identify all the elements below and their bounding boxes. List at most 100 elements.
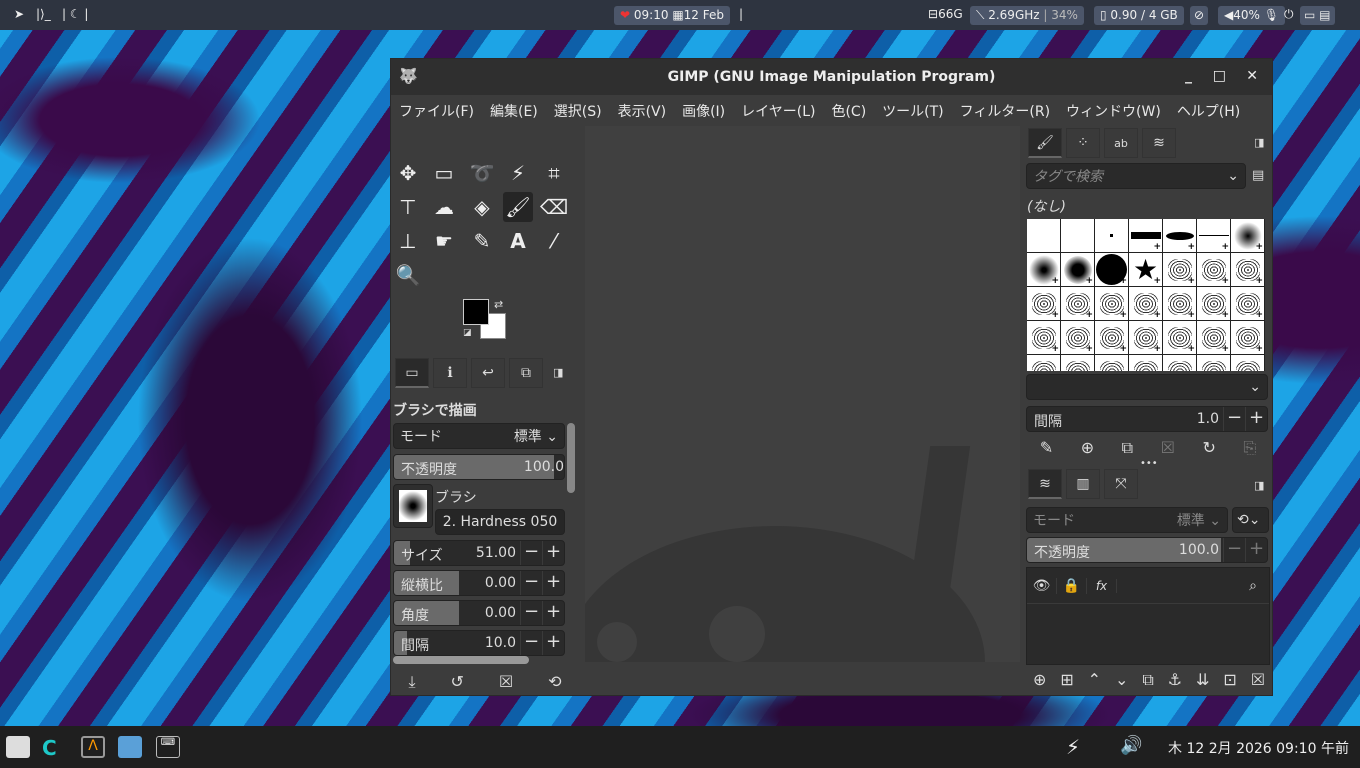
panel-menu-icon[interactable]: ◨: [1254, 479, 1264, 492]
brush-name[interactable]: 2. Hardness 050: [435, 509, 565, 535]
tag-manage-icon[interactable]: ▤: [1252, 168, 1264, 183]
brush-cell[interactable]: +: [1061, 355, 1094, 371]
brush-view-select[interactable]: ⌄: [1026, 374, 1268, 400]
brush-cell[interactable]: +: [1197, 253, 1230, 286]
paintbrush-tool-icon[interactable]: 🖌: [503, 192, 533, 222]
menu-item[interactable]: フィルター(R): [960, 101, 1050, 121]
brush-cell[interactable]: ★ +: [1129, 253, 1162, 286]
tab-document-history[interactable]: ≋: [1142, 128, 1176, 158]
delete-options-icon[interactable]: ☒: [499, 672, 513, 692]
tab-undo-history[interactable]: ↩: [471, 358, 505, 388]
display-icon[interactable]: ▭ ▤: [1300, 6, 1335, 25]
panel-menu-icon[interactable]: ◨: [1254, 136, 1264, 149]
maximize-button[interactable]: □: [1213, 68, 1226, 84]
decrease-button[interactable]: −: [1223, 407, 1245, 431]
increase-button[interactable]: +: [542, 601, 564, 625]
brush-cell[interactable]: +: [1129, 219, 1162, 252]
reset-options-icon[interactable]: ⟲: [548, 672, 561, 692]
brush-cell[interactable]: +: [1231, 321, 1264, 354]
new-layer-group-icon[interactable]: ⊞: [1060, 670, 1073, 690]
restore-options-icon[interactable]: ↺: [450, 672, 463, 692]
window-switcher-icon[interactable]: [118, 736, 142, 758]
brush-cell[interactable]: +: [1061, 287, 1094, 320]
decrease-button[interactable]: −: [520, 631, 542, 655]
lasso-tool-icon[interactable]: ➰: [467, 158, 497, 188]
new-layer-icon[interactable]: ⊕: [1033, 670, 1046, 690]
menu-item[interactable]: 画像(I): [682, 101, 725, 121]
send-icon[interactable]: ➤: [14, 7, 24, 21]
brush-cell[interactable]: +: [1231, 219, 1264, 252]
delete-brush-icon[interactable]: ☒: [1161, 438, 1175, 458]
open-brush-icon[interactable]: ⎘: [1243, 438, 1256, 458]
canvas-area[interactable]: [585, 126, 1020, 662]
taskbar-clock[interactable]: 木 12 2月 2026 09:10 午前: [1168, 738, 1349, 758]
brush-spacing-slider[interactable]: 間隔 1.0− +: [1026, 406, 1268, 432]
brush-cell[interactable]: +: [1095, 355, 1128, 371]
duplicate-layer-icon[interactable]: ⧉: [1142, 670, 1153, 690]
menu-item[interactable]: ヘルプ(H): [1177, 101, 1240, 121]
search-icon[interactable]: ⌕: [1249, 578, 1257, 594]
brush-cell[interactable]: +: [1163, 287, 1196, 320]
brush-cell[interactable]: +: [1197, 219, 1230, 252]
brush-cell[interactable]: +: [1129, 355, 1162, 371]
terminal-icon[interactable]: |⟩_: [36, 7, 51, 21]
dock-resize-handle[interactable]: •••: [1140, 458, 1158, 469]
tag-search-input[interactable]: タグで検索 ⌄: [1026, 163, 1246, 189]
zoom-tool-icon[interactable]: 🔍: [393, 260, 423, 290]
decrease-button[interactable]: −: [1223, 538, 1245, 562]
smudge-tool-icon[interactable]: ☛: [429, 226, 459, 256]
eraser-tool-icon[interactable]: ⌫: [539, 192, 569, 222]
brush-cell[interactable]: +: [1231, 253, 1264, 286]
brush-cell[interactable]: +: [1163, 253, 1196, 286]
decrease-button[interactable]: −: [520, 541, 542, 565]
menu-item[interactable]: 表示(V): [618, 101, 667, 121]
brush-cell[interactable]: +: [1095, 253, 1128, 286]
eye-off-icon[interactable]: ⊘: [1190, 6, 1209, 25]
layer-opacity-slider[interactable]: 不透明度 100.0− +: [1026, 537, 1268, 563]
moon-icon[interactable]: | ☾ |: [62, 7, 88, 21]
bucket-fill-tool-icon[interactable]: ◈: [467, 192, 497, 222]
brush-cell[interactable]: +: [1027, 321, 1060, 354]
move-tool-icon[interactable]: ✥: [393, 158, 423, 188]
brush-cell[interactable]: +: [1027, 287, 1060, 320]
app-launcher-icon[interactable]: C: [42, 736, 66, 760]
tab-channels[interactable]: ▥: [1066, 469, 1100, 499]
rect-select-tool-icon[interactable]: ▭: [429, 158, 459, 188]
brush-cell[interactable]: +: [1095, 287, 1128, 320]
raise-layer-icon[interactable]: ⌃: [1088, 670, 1101, 690]
anchor-icon[interactable]: ⚓: [1168, 670, 1182, 690]
menu-item[interactable]: ツール(T): [882, 101, 943, 121]
menu-item[interactable]: レイヤー(L): [741, 101, 815, 121]
battery-charging-icon[interactable]: ⚡: [1066, 735, 1080, 759]
brush-cell[interactable]: +: [1061, 321, 1094, 354]
param-slider[interactable]: 間隔 10.0− +: [393, 630, 565, 656]
brush-cell[interactable]: +: [1027, 253, 1060, 286]
transform-tool-icon[interactable]: ⊤: [393, 192, 423, 222]
horizontal-scrollbar[interactable]: [393, 656, 529, 664]
tab-tool-options[interactable]: ▭: [395, 358, 429, 388]
tab-images[interactable]: ⧉: [509, 358, 543, 388]
paths-tool-icon[interactable]: ✎: [467, 226, 497, 256]
brush-cell[interactable]: +: [1231, 355, 1264, 371]
composite-mode-button[interactable]: ⟲⌄: [1232, 507, 1269, 533]
brush-cell[interactable]: +: [1129, 321, 1162, 354]
fuzzy-select-tool-icon[interactable]: ⚡: [503, 158, 533, 188]
effects-icon[interactable]: fx: [1087, 578, 1117, 593]
files-icon[interactable]: [6, 736, 30, 758]
tab-brushes[interactable]: 🖌: [1028, 128, 1062, 158]
menu-item[interactable]: ウィンドウ(W): [1066, 101, 1161, 121]
color-picker-tool-icon[interactable]: ⁄: [539, 226, 569, 256]
text-editor-icon[interactable]: Λ: [81, 736, 105, 758]
swap-colors-icon[interactable]: ⇄: [494, 298, 503, 311]
decrease-button[interactable]: −: [520, 571, 542, 595]
brush-cell[interactable]: +: [1231, 287, 1264, 320]
warp-tool-icon[interactable]: ☁: [429, 192, 459, 222]
brush-cell[interactable]: +: [1027, 355, 1060, 371]
cpu-widget[interactable]: ⟍ 2.69GHz | 34%: [970, 6, 1084, 25]
save-options-icon[interactable]: ⤓: [408, 672, 415, 692]
lock-icon[interactable]: 🔒: [1057, 577, 1087, 594]
brush-cell[interactable]: +: [1095, 321, 1128, 354]
menu-item[interactable]: ファイル(F): [399, 101, 474, 121]
layer-mode-select[interactable]: モード 標準 ⌄: [1026, 507, 1228, 533]
visibility-icon[interactable]: 👁: [1027, 577, 1057, 594]
